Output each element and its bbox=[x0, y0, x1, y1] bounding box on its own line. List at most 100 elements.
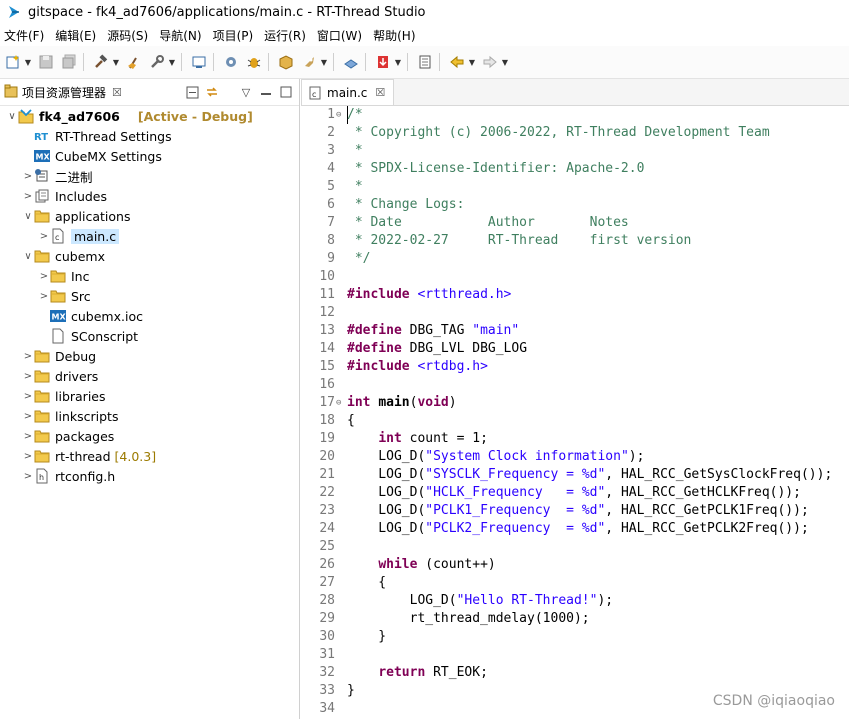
new-icon[interactable] bbox=[3, 52, 23, 72]
sdk-manager-icon[interactable] bbox=[341, 52, 361, 72]
close-icon[interactable]: ☒ bbox=[112, 86, 122, 99]
tree-item[interactable]: > Debug bbox=[0, 346, 299, 366]
tree-item[interactable]: > linkscripts bbox=[0, 406, 299, 426]
tree-item[interactable]: MX cubemx.ioc bbox=[0, 306, 299, 326]
tree-item[interactable]: > Includes bbox=[0, 186, 299, 206]
chevron-right-icon[interactable]: > bbox=[38, 271, 50, 282]
chevron-right-icon[interactable]: > bbox=[22, 351, 34, 362]
tree-item-label: 二进制 bbox=[55, 169, 93, 185]
maximize-icon[interactable] bbox=[279, 85, 293, 99]
code-token: * Copyright (c) 2006-2022, RT-Thread Dev… bbox=[347, 125, 770, 140]
wrench-icon[interactable] bbox=[147, 52, 167, 72]
forward-dropdown-icon[interactable]: ▼ bbox=[500, 52, 510, 72]
tree-item[interactable]: > h rtconfig.h bbox=[0, 466, 299, 486]
close-icon[interactable]: ☒ bbox=[375, 86, 385, 99]
clean-icon[interactable] bbox=[124, 52, 144, 72]
svg-text:MX: MX bbox=[36, 153, 51, 162]
tree-item[interactable]: > Inc bbox=[0, 266, 299, 286]
fold-toggle-icon[interactable]: ⊖ bbox=[336, 106, 346, 124]
chevron-right-icon[interactable]: > bbox=[38, 291, 50, 302]
back-dropdown-icon[interactable]: ▼ bbox=[467, 52, 477, 72]
menu-window[interactable]: 窗口(W) bbox=[313, 27, 369, 44]
line-number: 27 bbox=[319, 575, 335, 590]
tab-project-explorer[interactable]: 项目资源管理器 ☒ bbox=[0, 79, 126, 105]
code-editor[interactable]: 1 ⊖/* 2 * Copyright (c) 2006-2022, RT-Thre… bbox=[301, 106, 849, 719]
tree-item[interactable]: MX CubeMX Settings bbox=[0, 146, 299, 166]
chevron-right-icon[interactable]: > bbox=[22, 171, 34, 182]
toolbar-separator bbox=[181, 53, 182, 71]
chevron-down-icon[interactable]: ∨ bbox=[22, 251, 34, 262]
chevron-right-icon[interactable]: > bbox=[22, 451, 34, 462]
save-all-icon[interactable] bbox=[59, 52, 79, 72]
fold-toggle-icon[interactable]: ⊖ bbox=[336, 394, 346, 412]
settings-gear-icon[interactable] bbox=[221, 52, 241, 72]
line-number: 9 bbox=[327, 251, 335, 266]
wrench-dropdown-icon[interactable]: ▼ bbox=[167, 52, 177, 72]
menu-project[interactable]: 项目(P) bbox=[209, 27, 261, 44]
download-dropdown-icon[interactable]: ▼ bbox=[319, 52, 329, 72]
tab-main-c[interactable]: c main.c ☒ bbox=[301, 79, 395, 105]
code-token: "SYSCLK_Frequency = %d" bbox=[425, 467, 606, 482]
code-line: 29 rt_thread_mdelay(1000); bbox=[301, 610, 849, 628]
flash-download-icon[interactable] bbox=[373, 52, 393, 72]
menu-edit[interactable]: 编辑(E) bbox=[51, 27, 103, 44]
menu-file[interactable]: 文件(F) bbox=[0, 27, 51, 44]
menu-run[interactable]: 运行(R) bbox=[260, 27, 313, 44]
code-text: LOG_D("SYSCLK_Frequency = %d", HAL_RCC_G… bbox=[347, 466, 832, 484]
package-icon[interactable] bbox=[276, 52, 296, 72]
save-document-icon[interactable] bbox=[415, 52, 435, 72]
chevron-down-icon[interactable]: ∨ bbox=[6, 111, 18, 122]
tree-item[interactable]: > drivers bbox=[0, 366, 299, 386]
chevron-right-icon[interactable]: > bbox=[22, 191, 34, 202]
tree-item-label: main.c bbox=[71, 228, 120, 244]
collapse-all-icon[interactable] bbox=[185, 85, 199, 99]
save-icon[interactable] bbox=[36, 52, 56, 72]
tree-item-label: linkscripts bbox=[55, 408, 119, 424]
minimize-icon[interactable] bbox=[259, 85, 273, 99]
tree-item[interactable]: RT RT-Thread Settings bbox=[0, 126, 299, 146]
code-line: 30 } bbox=[301, 628, 849, 646]
code-token: void bbox=[417, 395, 449, 410]
code-line: 8 * 2022-02-27 RT-Thread first version bbox=[301, 232, 849, 250]
chevron-right-icon[interactable]: > bbox=[22, 471, 34, 482]
chevron-right-icon[interactable]: > bbox=[38, 231, 50, 242]
chevron-down-icon[interactable]: ∨ bbox=[22, 211, 34, 222]
chevron-right-icon[interactable]: > bbox=[22, 431, 34, 442]
toolbar-separator bbox=[439, 53, 440, 71]
tree-item[interactable]: > 二进制 bbox=[0, 166, 299, 186]
build-dropdown-icon[interactable]: ▼ bbox=[111, 52, 121, 72]
line-number: 34 bbox=[319, 701, 335, 716]
back-arrow-icon[interactable] bbox=[447, 52, 467, 72]
code-text: LOG_D("PCLK1_Frequency = %d", HAL_RCC_Ge… bbox=[347, 502, 809, 520]
code-line: 3 * bbox=[301, 142, 849, 160]
terminal-icon[interactable] bbox=[189, 52, 209, 72]
menu-navigate[interactable]: 导航(N) bbox=[155, 27, 208, 44]
forward-arrow-icon[interactable] bbox=[480, 52, 500, 72]
download-rocket-icon[interactable] bbox=[299, 52, 319, 72]
tree-item[interactable]: > packages bbox=[0, 426, 299, 446]
debug-bug-icon[interactable] bbox=[244, 52, 264, 72]
new-dropdown-icon[interactable]: ▼ bbox=[23, 52, 33, 72]
build-hammer-icon[interactable] bbox=[91, 52, 111, 72]
line-number: 17 bbox=[319, 395, 335, 410]
tree-item[interactable]: ∨ cubemx bbox=[0, 246, 299, 266]
link-editor-icon[interactable] bbox=[205, 85, 219, 99]
tree-item[interactable]: > libraries bbox=[0, 386, 299, 406]
menu-help[interactable]: 帮助(H) bbox=[369, 27, 422, 44]
flash-dropdown-icon[interactable]: ▼ bbox=[393, 52, 403, 72]
chevron-right-icon[interactable]: > bbox=[22, 391, 34, 402]
tree-item[interactable]: ∨ applications bbox=[0, 206, 299, 226]
view-menu-icon[interactable]: ▽ bbox=[239, 85, 253, 99]
chevron-right-icon[interactable]: > bbox=[22, 371, 34, 382]
code-token: main bbox=[378, 395, 410, 410]
tree-item[interactable]: SConscript bbox=[0, 326, 299, 346]
chevron-right-icon[interactable]: > bbox=[22, 411, 34, 422]
menu-source[interactable]: 源码(S) bbox=[103, 27, 155, 44]
tree-item[interactable]: > rt-thread [4.0.3] bbox=[0, 446, 299, 466]
code-line: 18 { bbox=[301, 412, 849, 430]
line-number: 29 bbox=[319, 611, 335, 626]
tree-item[interactable]: > Src bbox=[0, 286, 299, 306]
tree-item[interactable]: ∨ fk4_ad7606 [Active - Debug] bbox=[0, 106, 299, 126]
code-token: "PCLK2_Frequency = %d" bbox=[425, 521, 606, 536]
tree-item[interactable]: > c main.c bbox=[0, 226, 299, 246]
